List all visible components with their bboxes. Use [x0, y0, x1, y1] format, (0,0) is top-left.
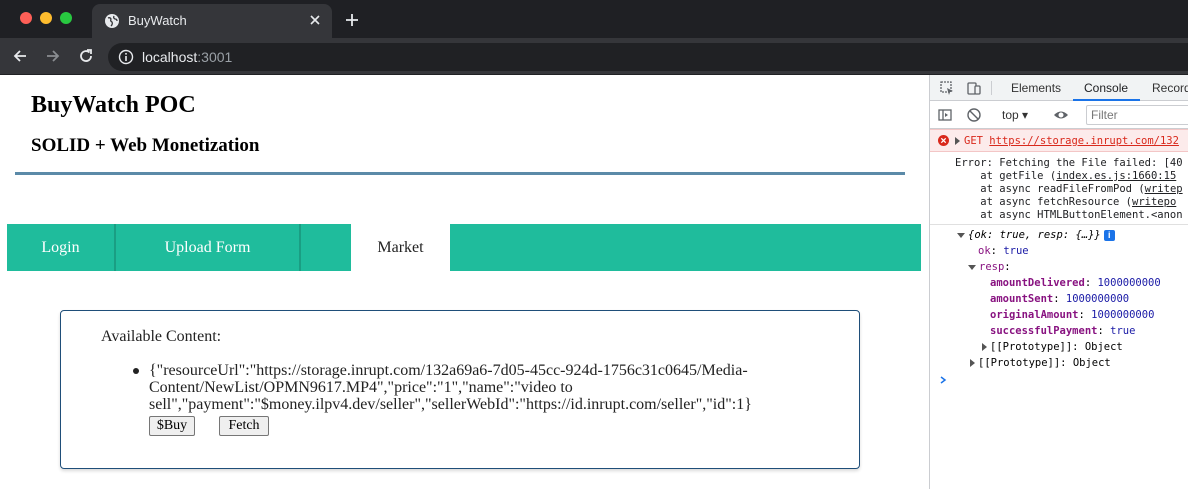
- devtools-panel: Elements Console Record top ▾ Filter GET…: [929, 75, 1188, 489]
- object-prop-amount-sent: amountSent: 1000000000: [990, 293, 1130, 305]
- main-navbar: Login Upload Form Market: [7, 224, 921, 271]
- nav-upload-form[interactable]: Upload Form: [114, 224, 301, 271]
- address-bar[interactable]: localhost:3001: [108, 43, 1188, 71]
- active-tab-indicator: [1073, 99, 1140, 101]
- fetch-button[interactable]: Fetch: [219, 416, 269, 436]
- available-content-heading: Available Content:: [101, 328, 222, 345]
- nav-login[interactable]: Login: [7, 224, 114, 271]
- prop-key: amountSent: [990, 293, 1054, 305]
- error-icon: [938, 135, 949, 146]
- prop-key: originalAmount: [990, 309, 1079, 321]
- object-prop-ok: ok: true: [978, 245, 1029, 257]
- toolbar-separator: [991, 81, 992, 95]
- info-icon: i: [1103, 229, 1115, 241]
- object-prop-successful-payment: successfulPayment: true: [990, 325, 1136, 337]
- url-text: localhost:3001: [142, 49, 232, 65]
- error-message: GET https://storage.inrupt.com/132: [964, 135, 1179, 147]
- trace-source-link[interactable]: index.es.js:1660:15: [1056, 170, 1176, 182]
- trace-source-link[interactable]: writep: [1145, 183, 1183, 195]
- site-info-icon[interactable]: [118, 49, 134, 65]
- collapse-triangle-icon[interactable]: [968, 264, 976, 270]
- object-summary-row[interactable]: {ok: true, resp: {…}} i: [957, 229, 1115, 241]
- prop-value: 1000000000: [1097, 277, 1161, 289]
- forward-arrow-icon[interactable]: [44, 47, 62, 65]
- tab-elements[interactable]: Elements: [1011, 81, 1061, 95]
- trace-source-link[interactable]: writepo: [1132, 196, 1176, 208]
- object-prop-resp[interactable]: resp:: [968, 261, 1011, 273]
- trace-line-3: at async readFileFromPod (writep: [955, 183, 1183, 195]
- page-subtitle: SOLID + Web Monetization: [31, 135, 260, 156]
- tab-title: BuyWatch: [128, 13, 187, 28]
- prototype-label: [[Prototype]]: Object: [990, 341, 1123, 353]
- object-prop-original-amount: originalAmount: 1000000000: [990, 309, 1155, 321]
- new-tab-icon[interactable]: [344, 12, 360, 28]
- error-url-link[interactable]: https://storage.inrupt.com/132: [989, 135, 1179, 147]
- buy-button[interactable]: $Buy: [149, 416, 195, 436]
- object-summary: {ok: true, resp: {…}}: [968, 229, 1101, 241]
- globe-icon: [105, 14, 119, 28]
- clear-console-icon[interactable]: [966, 107, 982, 123]
- browser-tab[interactable]: BuyWatch: [92, 4, 332, 38]
- trace-line-2: at getFile (index.es.js:1660:15: [955, 170, 1176, 182]
- prop-key: successfulPayment: [990, 325, 1098, 337]
- expand-triangle-icon[interactable]: [970, 359, 975, 367]
- console-error-row[interactable]: GET https://storage.inrupt.com/132: [930, 129, 1188, 152]
- error-stack-trace: Error: Fetching the File failed: [40 at …: [930, 152, 1188, 225]
- object-prototype-inner[interactable]: [[Prototype]]: Object: [982, 341, 1123, 353]
- header-divider: [15, 172, 905, 175]
- object-prop-amount-delivered: amountDelivered: 1000000000: [990, 277, 1161, 289]
- prop-value: true: [1003, 245, 1029, 257]
- object-prototype-outer[interactable]: [[Prototype]]: Object: [970, 357, 1111, 369]
- tab-recorder[interactable]: Record: [1152, 81, 1188, 95]
- nav-market[interactable]: Market: [351, 224, 450, 271]
- prop-value: 1000000000: [1091, 309, 1155, 321]
- prop-key: resp: [979, 261, 1005, 273]
- trace-line-5: at async HTMLButtonElement.<anon: [955, 209, 1183, 221]
- eye-icon[interactable]: [1053, 107, 1069, 123]
- reload-icon[interactable]: [77, 47, 95, 65]
- close-window-button[interactable]: [20, 12, 32, 24]
- devtools-tabbar: Elements Console Record: [930, 75, 1188, 101]
- inspect-element-icon[interactable]: [939, 80, 955, 96]
- url-port: :3001: [197, 49, 233, 65]
- back-arrow-icon[interactable]: [11, 47, 29, 65]
- list-bullet: [133, 368, 139, 374]
- sidebar-toggle-icon[interactable]: [937, 107, 953, 123]
- console-filter-input[interactable]: Filter: [1086, 105, 1188, 125]
- trace-line-4: at async fetchResource (writepo: [955, 196, 1176, 208]
- collapse-triangle-icon[interactable]: [957, 232, 965, 238]
- console-toolbar: top ▾ Filter: [930, 102, 1188, 129]
- expand-triangle-icon[interactable]: [982, 343, 987, 351]
- page-viewport: BuyWatch POC SOLID + Web Monetization Lo…: [0, 75, 929, 489]
- prop-value: true: [1110, 325, 1136, 337]
- context-selector[interactable]: top ▾: [1002, 108, 1028, 122]
- prop-key: ok: [978, 245, 991, 257]
- prop-value: 1000000000: [1065, 293, 1130, 305]
- trace-line-4-text: at async fetchResource (: [955, 196, 1133, 208]
- trace-line-3-text: at async readFileFromPod (: [955, 183, 1145, 195]
- context-label: top: [1002, 108, 1019, 122]
- content-item-text: {"resourceUrl":"https://storage.inrupt.c…: [149, 362, 752, 413]
- prop-key: amountDelivered: [990, 277, 1085, 289]
- browser-toolbar: localhost:3001: [0, 38, 1188, 75]
- console-object-tree: {ok: true, resp: {…}} i ok: true resp: am…: [930, 225, 1188, 369]
- available-content-panel: Available Content: {"resourceUrl":"https…: [60, 310, 860, 469]
- console-prompt-icon[interactable]: [938, 375, 948, 385]
- trace-line-1: Error: Fetching the File failed: [40: [955, 157, 1183, 169]
- page-title: BuyWatch POC: [31, 92, 196, 118]
- close-tab-icon[interactable]: [308, 13, 322, 27]
- browser-tabstrip: BuyWatch: [0, 0, 1188, 38]
- trace-line-2-text: at getFile (: [955, 170, 1057, 182]
- prototype-label: [[Prototype]]: Object: [978, 357, 1111, 369]
- minimize-window-button[interactable]: [40, 12, 52, 24]
- expand-triangle-icon[interactable]: [955, 137, 960, 145]
- url-host: localhost: [142, 49, 198, 65]
- maximize-window-button[interactable]: [60, 12, 72, 24]
- error-method: GET: [964, 135, 983, 147]
- tab-console[interactable]: Console: [1084, 81, 1128, 95]
- device-toolbar-icon[interactable]: [966, 80, 982, 96]
